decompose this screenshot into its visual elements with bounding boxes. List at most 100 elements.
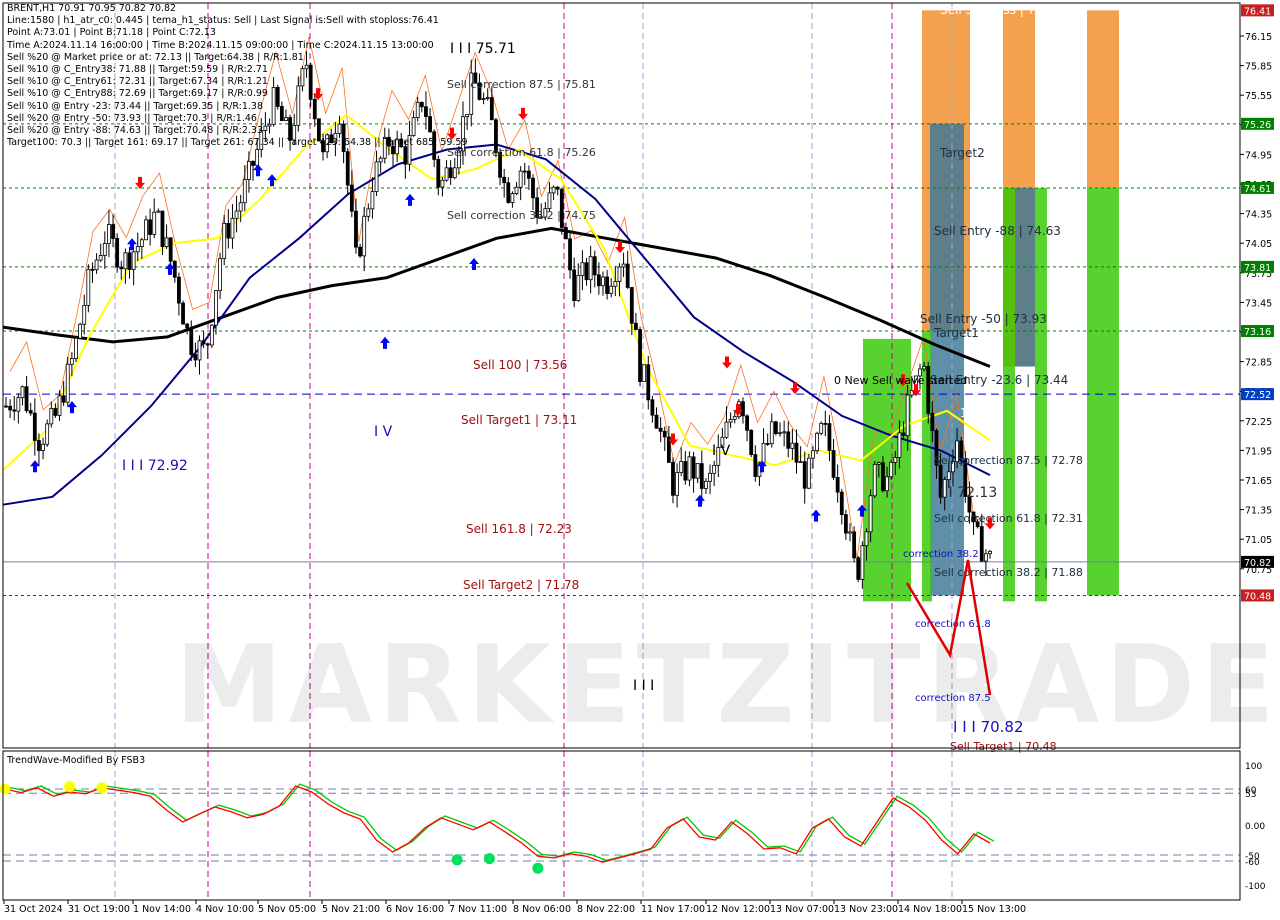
y-tick-label: 71.95	[1245, 446, 1272, 457]
osc-tick-label: -100	[1245, 882, 1266, 892]
candle-body	[489, 97, 494, 121]
candle-body	[868, 495, 873, 533]
y-tick-label: 74.35	[1245, 210, 1272, 221]
candle-body	[654, 414, 659, 429]
x-tick-label: 12 Nov 12:00	[706, 904, 770, 915]
candle-body	[242, 179, 247, 204]
candle-body	[786, 431, 791, 449]
y-tick-label: 72.25	[1245, 417, 1272, 428]
annotation-label: Sell correction 61.8 | 75.26	[447, 146, 596, 159]
price-label: 70.48	[1244, 591, 1271, 602]
y-tick-label: 75.55	[1245, 91, 1272, 102]
candle-body	[650, 399, 655, 416]
annotation-label: Sell correction 61.8 | 72.31	[934, 512, 1083, 525]
candle-body	[222, 222, 227, 259]
annotation-label: Sell correction 38.2 | 71.88	[934, 566, 1083, 579]
x-tick-label: 7 Nov 11:00	[449, 904, 507, 915]
candle-body	[564, 227, 568, 240]
candle-body	[181, 302, 185, 325]
info-panel: BRENT,H1 70.91 70.95 70.82 70.82 Line:15…	[7, 3, 468, 148]
ema-slow-line	[2, 226, 991, 368]
info-line: Sell %10 @ C_Entry61: 72.31 || Target:67…	[7, 76, 268, 88]
candle-body	[893, 457, 898, 463]
buy-arrow-icon	[405, 193, 415, 206]
candle-body	[349, 184, 354, 212]
candle-body	[732, 416, 737, 420]
candle-body	[193, 354, 198, 361]
y-tick-label: 72.85	[1245, 358, 1272, 369]
candle-body	[185, 323, 190, 329]
y-tick-label: 74.95	[1245, 150, 1272, 161]
candle-body	[255, 149, 260, 166]
candle-body	[864, 531, 869, 547]
candle-body	[621, 263, 626, 268]
candle-body	[724, 421, 729, 438]
candle-body	[848, 531, 852, 534]
candle-body	[172, 260, 177, 278]
candle-body	[605, 276, 610, 294]
sell-arrow-icon	[518, 107, 528, 120]
candle-body	[86, 268, 91, 306]
candle-body	[230, 217, 235, 239]
candle-body	[646, 364, 651, 401]
candle-body	[835, 477, 840, 493]
candle-body	[45, 423, 50, 445]
candle-body	[671, 461, 675, 496]
sell-arrow-icon	[135, 176, 145, 189]
candle-body	[778, 432, 782, 435]
candle-body	[12, 409, 17, 412]
candle-body	[115, 237, 120, 268]
x-tick-label: 5 Nov 05:00	[258, 904, 316, 915]
buy-arrow-icon	[253, 164, 263, 177]
candle-body	[588, 256, 593, 281]
candle-body	[107, 224, 111, 244]
candle-body	[708, 472, 712, 482]
osc-tick-label: 0.00	[1245, 822, 1265, 832]
candle-body	[32, 412, 37, 441]
price-label: 76.41	[1244, 6, 1271, 17]
candle-body	[119, 266, 124, 270]
candle-body	[247, 160, 251, 180]
annotation-label: Sell 100 | 73.56	[473, 358, 567, 372]
candle-body	[695, 463, 700, 479]
candle-body	[135, 246, 140, 253]
candle-body	[704, 480, 708, 489]
candle-body	[436, 159, 441, 188]
candle-body	[168, 237, 173, 262]
osc-frame	[2, 750, 1241, 901]
ema-mid-line	[2, 143, 991, 506]
y-tick-label: 71.05	[1245, 535, 1272, 546]
candle-body	[189, 327, 194, 355]
info-line: Target100: 70.3 || Target 161: 69.17 || …	[7, 137, 468, 149]
annotation-label: I V	[712, 443, 731, 459]
candle-body	[699, 463, 704, 489]
candle-body	[82, 304, 87, 325]
candle-body	[580, 262, 585, 276]
candle-body	[148, 219, 153, 235]
info-line: Sell %10 @ C_Entry38: 71.88 || Target:59…	[7, 63, 268, 75]
candle-body	[897, 432, 902, 458]
candle-body	[946, 471, 951, 480]
candle-body	[378, 157, 383, 163]
osc-green-line	[8, 783, 995, 862]
candle-body	[78, 323, 83, 339]
candle-body	[885, 476, 889, 492]
candle-body	[749, 429, 754, 455]
annotation-label: 100	[960, 406, 983, 420]
candle-body	[209, 324, 214, 346]
buy-arrow-icon	[127, 238, 137, 251]
candle-body	[131, 251, 136, 270]
candle-body	[160, 210, 165, 248]
candle-body	[49, 408, 54, 425]
candle-body	[57, 395, 62, 416]
buy-arrow-icon	[380, 336, 390, 349]
y-tick-label: 71.35	[1245, 506, 1272, 517]
buy-arrow-icon	[811, 509, 821, 522]
x-tick-label: 13 Nov 23:00	[834, 904, 898, 915]
price-label: 73.81	[1244, 263, 1271, 274]
candle-body	[20, 386, 25, 399]
annotation-label: Sell Target2 | 71.78	[463, 578, 579, 592]
x-tick-label: 6 Nov 16:00	[386, 904, 444, 915]
x-tick-label: 4 Nov 10:00	[196, 904, 254, 915]
osc-tick-label: 100	[1245, 762, 1262, 772]
